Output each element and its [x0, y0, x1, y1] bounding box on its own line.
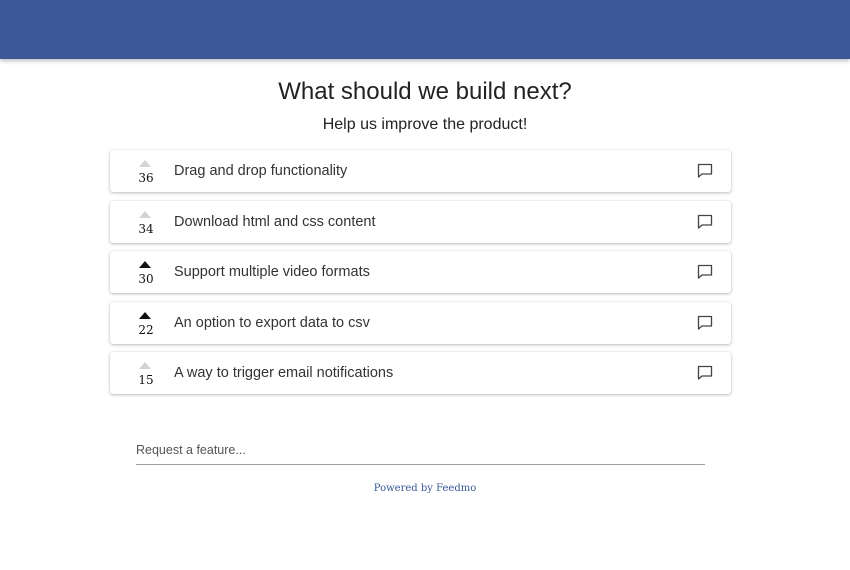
upvote-arrow-icon — [139, 261, 151, 268]
feature-card[interactable]: 36 Drag and drop functionality — [110, 150, 731, 192]
top-header-bar — [0, 0, 850, 59]
upvote-button[interactable]: 22 — [134, 310, 158, 340]
upvote-button[interactable]: 30 — [134, 259, 158, 289]
comment-icon[interactable] — [697, 365, 713, 381]
comment-icon[interactable] — [697, 214, 713, 230]
upvote-arrow-icon — [139, 362, 151, 369]
vote-count: 34 — [138, 221, 154, 236]
upvote-button[interactable]: 34 — [134, 209, 158, 239]
upvote-button[interactable]: 36 — [134, 158, 158, 188]
feature-card[interactable]: 22 An option to export data to csv — [110, 301, 731, 344]
feature-label: Download html and css content — [174, 213, 376, 230]
page-subtitle: Help us improve the product! — [322, 116, 528, 133]
page-title: What should we build next? — [278, 78, 572, 105]
upvote-button[interactable]: 15 — [134, 360, 158, 390]
vote-count: 22 — [138, 322, 154, 337]
feature-label: An option to export data to csv — [174, 314, 370, 331]
upvote-arrow-icon — [139, 160, 151, 167]
upvote-arrow-icon — [139, 210, 151, 218]
vote-count: 15 — [138, 373, 154, 387]
comment-icon[interactable] — [697, 315, 713, 331]
comment-icon[interactable] — [697, 163, 713, 179]
feature-label: Support multiple video formats — [174, 264, 370, 280]
upvote-arrow-icon — [139, 311, 151, 319]
feature-label: A way to trigger email notifications — [174, 365, 394, 381]
feature-card[interactable]: 30 Support multiple video formats — [110, 251, 731, 293]
vote-count: 30 — [138, 272, 154, 286]
feature-card[interactable]: 34 Download html and css content — [110, 200, 731, 243]
request-feature-input[interactable] — [136, 436, 705, 465]
powered-by-link[interactable]: Powered by Feedmo — [0, 483, 850, 494]
feature-list: 36 Drag and drop functionality 34 Downlo… — [110, 150, 731, 403]
feature-label: Drag and drop functionality — [174, 163, 348, 179]
vote-count: 36 — [138, 171, 154, 185]
feature-card[interactable]: 15 A way to trigger email notifications — [110, 352, 731, 394]
comment-icon[interactable] — [697, 264, 713, 280]
